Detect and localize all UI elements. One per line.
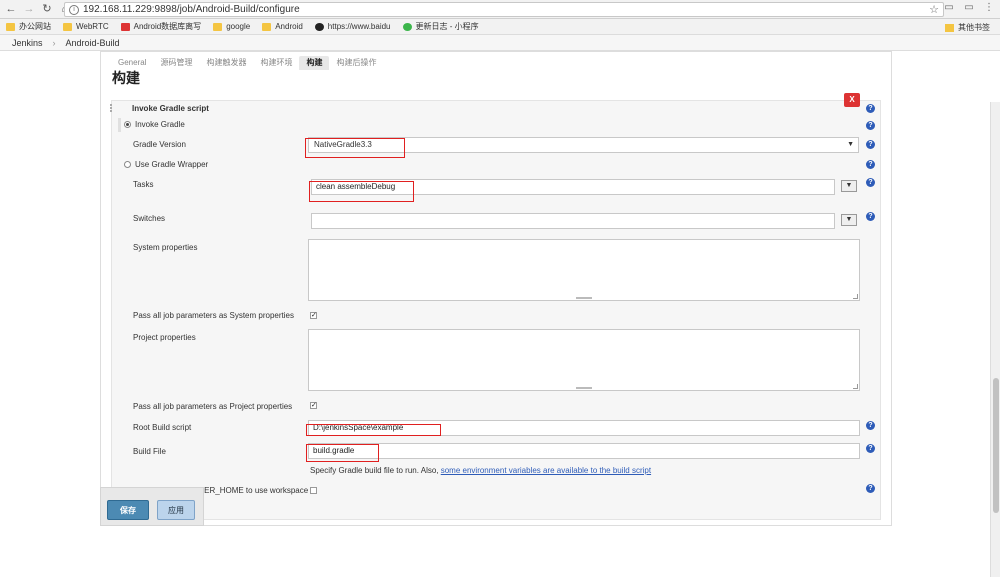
bookmark-item[interactable]: WebRTC — [63, 22, 109, 31]
root-build-label: Root Build script — [133, 423, 192, 432]
resize-grip[interactable] — [576, 297, 592, 299]
help-icon[interactable]: ? — [866, 484, 875, 493]
extension-icon[interactable]: ▭ — [942, 2, 956, 13]
tab-triggers[interactable]: 构建触发器 — [199, 56, 253, 70]
bookmark-star-icon[interactable]: ☆ — [929, 3, 939, 16]
tab-build[interactable]: 构建 — [299, 56, 330, 70]
bookmark-item[interactable]: https://www.baidu — [314, 22, 391, 31]
build-file-input[interactable]: build.gradle — [308, 443, 860, 459]
github-icon — [314, 22, 324, 31]
switches-label: Switches — [133, 214, 166, 223]
tab-post-build[interactable]: 构建后操作 — [329, 56, 383, 70]
switches-input[interactable] — [311, 213, 835, 229]
resize-handle-icon[interactable] — [853, 384, 858, 389]
wechat-icon — [402, 22, 412, 31]
reload-icon[interactable]: ↻ — [40, 2, 54, 16]
tab-scm[interactable]: 源码管理 — [153, 56, 199, 70]
system-properties-textarea[interactable] — [308, 239, 860, 301]
chevron-down-icon: ▼ — [847, 141, 854, 148]
page-scrollbar[interactable] — [990, 102, 1000, 577]
bookmark-item[interactable]: Android — [262, 22, 303, 31]
force-home-checkbox[interactable] — [310, 487, 317, 494]
menu-icon[interactable]: ⋮ — [982, 2, 996, 13]
pass-project-checkbox[interactable]: ✓ — [310, 402, 317, 409]
help-icon[interactable]: ? — [866, 160, 875, 169]
root-build-input[interactable]: D:\jenkinsSpace\example — [308, 420, 860, 436]
address-url: 192.168.11.229:9898/job/Android-Build/co… — [83, 4, 300, 15]
address-bar[interactable]: i 192.168.11.229:9898/job/Android-Build/… — [64, 2, 944, 17]
config-tabs: General 源码管理 构建触发器 构建环境 构建 构建后操作 — [111, 56, 383, 70]
build-file-hint: Specify Gradle build file to run. Also, … — [310, 466, 651, 475]
invoke-gradle-radio[interactable] — [124, 121, 131, 128]
gradle-version-label: Gradle Version — [133, 140, 186, 149]
breadcrumb-separator: › — [52, 37, 56, 48]
help-icon[interactable]: ? — [866, 178, 875, 187]
resize-grip[interactable] — [576, 387, 592, 389]
folder-icon — [63, 22, 72, 31]
use-wrapper-radio[interactable] — [124, 161, 131, 168]
info-icon[interactable]: i — [69, 4, 79, 15]
build-step-title: Invoke Gradle script — [132, 104, 209, 113]
project-properties-textarea[interactable] — [308, 329, 860, 391]
pass-system-label: Pass all job parameters as System proper… — [133, 311, 294, 320]
extension-icon[interactable]: ▭ — [962, 2, 976, 13]
red-app-icon — [120, 22, 130, 31]
save-button[interactable]: 保存 — [107, 500, 149, 520]
tasks-label: Tasks — [133, 180, 154, 189]
tasks-expand-button[interactable]: ▼ — [841, 180, 857, 192]
help-icon[interactable]: ? — [866, 140, 875, 149]
config-page: General 源码管理 构建触发器 构建环境 构建 构建后操作 构建 Invo… — [0, 51, 1000, 577]
switches-expand-button[interactable]: ▼ — [841, 214, 857, 226]
forward-arrow-icon[interactable]: → — [22, 2, 36, 16]
pass-system-checkbox[interactable]: ✓ — [310, 312, 317, 319]
invoke-gradle-label: Invoke Gradle — [135, 120, 185, 129]
tasks-input[interactable]: clean assembleDebug — [311, 179, 835, 195]
section-indent — [118, 118, 121, 132]
config-form: General 源码管理 构建触发器 构建环境 构建 构建后操作 构建 Invo… — [100, 51, 892, 526]
breadcrumb-jenkins[interactable]: Jenkins — [12, 38, 43, 48]
build-file-label: Build File — [133, 447, 166, 456]
tab-build-env[interactable]: 构建环境 — [253, 56, 299, 70]
use-wrapper-label: Use Gradle Wrapper — [135, 160, 209, 169]
section-title: 构建 — [112, 70, 140, 86]
hint-text: Specify Gradle build file to run. Also, — [310, 466, 441, 475]
bookmarks-bar: 办公网站 WebRTC Android数据库离写 google Android … — [0, 19, 1000, 35]
folder-icon — [213, 22, 223, 31]
drag-handle-icon[interactable] — [110, 104, 116, 112]
back-arrow-icon[interactable]: ← — [4, 2, 18, 16]
folder-icon — [6, 22, 15, 31]
help-icon[interactable]: ? — [866, 121, 875, 130]
pass-project-label: Pass all job parameters as Project prope… — [133, 402, 293, 411]
form-action-bar: 保存 应用 — [100, 487, 204, 526]
help-icon[interactable]: ? — [866, 104, 875, 113]
gradle-version-value: NativeGradle3.3 — [314, 140, 372, 149]
system-properties-label: System properties — [133, 243, 198, 252]
bookmark-item[interactable]: 更新日志 - 小程序 — [402, 21, 479, 32]
breadcrumb: Jenkins › Android-Build — [0, 35, 1000, 51]
resize-handle-icon[interactable] — [853, 294, 858, 299]
breadcrumb-job[interactable]: Android-Build — [66, 38, 120, 48]
folder-icon — [262, 22, 272, 31]
project-properties-label: Project properties — [133, 333, 196, 342]
scrollbar-thumb[interactable] — [993, 378, 999, 513]
bookmark-item[interactable]: google — [213, 22, 250, 31]
help-icon[interactable]: ? — [866, 212, 875, 221]
bookmark-item[interactable]: 办公网站 — [6, 21, 51, 32]
gradle-version-select[interactable]: NativeGradle3.3 ▼ — [308, 137, 859, 153]
other-bookmarks[interactable]: 其他书签 — [945, 22, 990, 33]
folder-icon — [945, 23, 954, 32]
help-icon[interactable]: ? — [866, 444, 875, 453]
env-vars-link[interactable]: some environment variables are available… — [441, 466, 651, 475]
delete-step-button[interactable]: X — [844, 93, 860, 107]
apply-button[interactable]: 应用 — [157, 500, 195, 520]
browser-toolbar: ← → ↻ ⌂ i 192.168.11.229:9898/job/Androi… — [0, 0, 1000, 19]
bookmark-item[interactable]: Android数据库离写 — [120, 21, 201, 32]
help-icon[interactable]: ? — [866, 421, 875, 430]
